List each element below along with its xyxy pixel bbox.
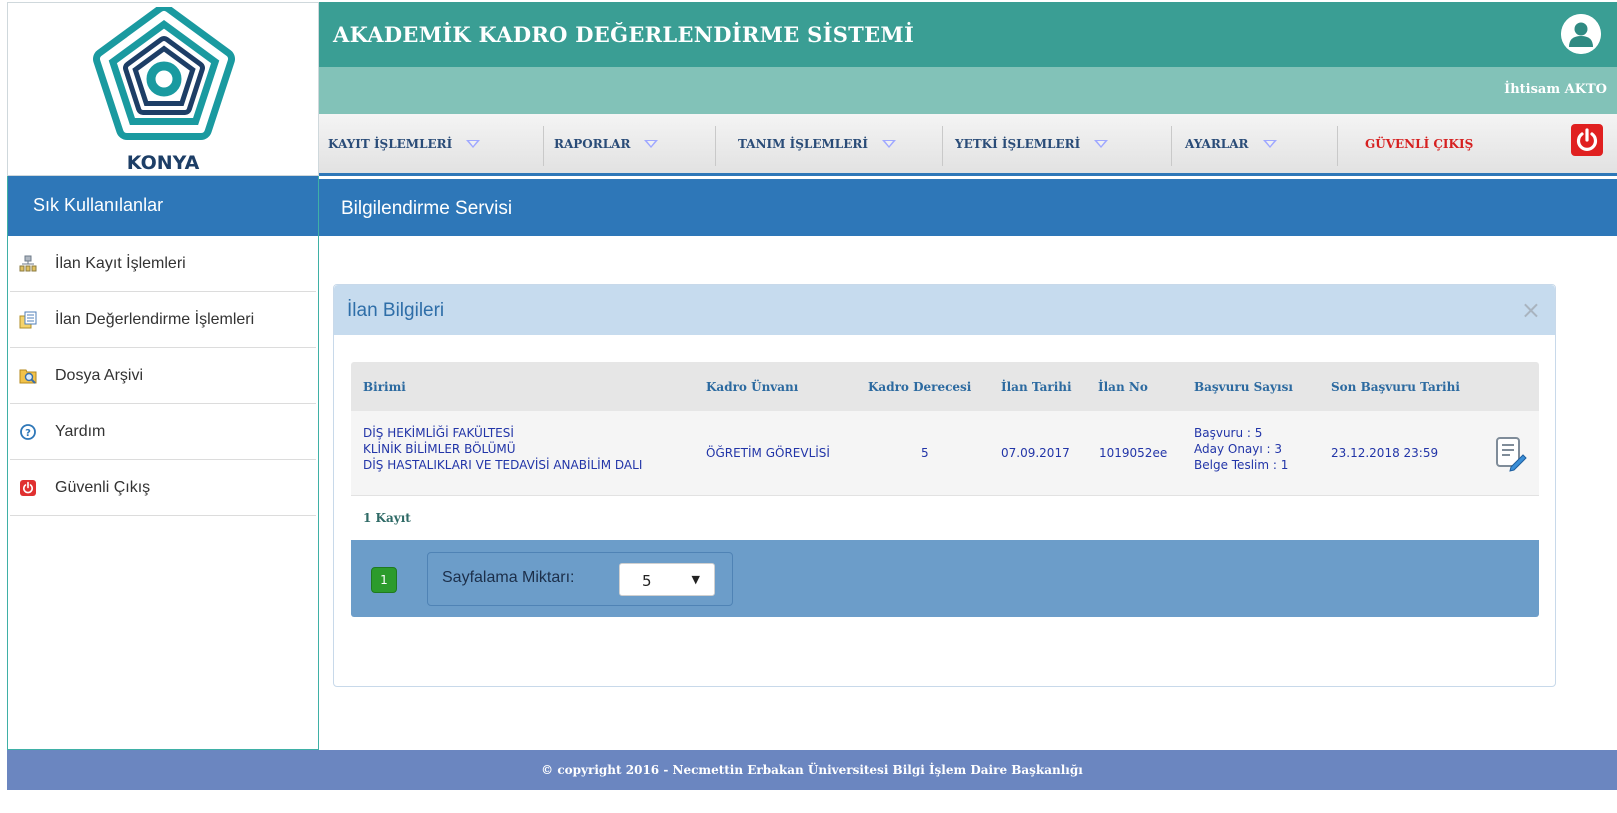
page-size-value: 5 (642, 572, 652, 590)
page-size-label: Sayfalama Miktarı: (442, 569, 575, 586)
chevron-down-icon: ▼ (691, 573, 700, 586)
dropdown-triangle-icon (1262, 139, 1277, 148)
table-header: Birimi Kadro Ünvanı Kadro Derecesi İlan … (351, 362, 1539, 411)
nav-divider (1171, 126, 1172, 166)
ilan-bilgileri-panel: İlan Bilgileri × Birimi Kadro Ünvanı Kad… (333, 284, 1556, 687)
sidebar-item-label: Güvenli Çıkış (55, 479, 151, 496)
cell-birimi: DİŞ HEKİMLİĞİ FAKÜLTESİ KLİNİK BİLİMLER … (363, 425, 642, 473)
footer: © copyright 2016 - Necmettin Erbakan Üni… (7, 750, 1617, 790)
help-icon: ? (20, 424, 36, 440)
page-button[interactable]: 1 (371, 567, 397, 593)
sidebar-item-label: Yardım (55, 423, 106, 440)
page-size-group: Sayfalama Miktarı: 5 ▼ (427, 552, 733, 606)
nav-tanim-islemleri[interactable]: TANIM İŞLEMLERİ (738, 137, 896, 151)
sidebar-item-dosya-arsivi[interactable]: Dosya Arşivi (10, 348, 316, 404)
power-icon (1576, 128, 1598, 151)
nav-divider (942, 126, 943, 166)
dropdown-triangle-icon (1094, 139, 1109, 148)
folder-search-icon (19, 369, 37, 384)
record-count: 1 Kayıt (351, 496, 1539, 540)
copyright-text: © copyright 2016 - Necmettin Erbakan Üni… (541, 763, 1083, 777)
pagination-bar: 1 Sayfalama Miktarı: 5 ▼ (351, 540, 1539, 617)
birim-line: DİŞ HASTALIKLARI VE TEDAVİSİ ANABİLİM DA… (363, 458, 643, 472)
cell-son-basvuru-tarihi: 23.12.2018 23:59 (1331, 446, 1439, 460)
nav-divider (715, 126, 716, 166)
table-row[interactable]: DİŞ HEKİMLİĞİ FAKÜLTESİ KLİNİK BİLİMLER … (351, 411, 1539, 496)
column-header-ilan-tarihi[interactable]: İlan Tarihi (1001, 380, 1072, 394)
logo-text: KONYA (126, 152, 200, 174)
nav-label: RAPORLAR (554, 137, 631, 151)
basvuru-line: Aday Onayı : 3 (1194, 442, 1283, 456)
documents-icon (19, 311, 37, 329)
nav-kayit-islemleri[interactable]: KAYIT İŞLEMLERİ (328, 137, 481, 151)
nav-raporlar[interactable]: RAPORLAR (554, 137, 659, 151)
nav-ayarlar[interactable]: AYARLAR (1185, 137, 1277, 151)
nav-divider (1337, 126, 1338, 166)
user-avatar-icon[interactable] (1561, 14, 1601, 54)
sidebar-item-yardim[interactable]: ? Yardım (10, 404, 316, 460)
cell-basvuru-sayisi: Başvuru : 5 Aday Onayı : 3 Belge Teslim … (1194, 425, 1288, 473)
column-header-ilan-no[interactable]: İlan No (1098, 380, 1148, 394)
power-icon (20, 480, 36, 496)
column-header-kadro-derecesi[interactable]: Kadro Derecesi (868, 380, 971, 394)
logout-button[interactable] (1571, 124, 1603, 156)
sidebar-item-label: İlan Kayıt İşlemleri (55, 255, 186, 272)
nav-yetki-islemleri[interactable]: YETKİ İŞLEMLERİ (955, 137, 1109, 151)
sidebar-list: İlan Kayıt İşlemleri İlan Değerlendirme … (10, 236, 316, 516)
nav-divider (543, 126, 544, 166)
dropdown-triangle-icon (466, 139, 481, 148)
user-name: İhtisam AKTO (1504, 82, 1607, 97)
cell-ilan-no: 1019052ee (1099, 446, 1168, 460)
page-size-select[interactable]: 5 ▼ (619, 563, 715, 596)
birim-line: DİŞ HEKİMLİĞİ FAKÜLTESİ (363, 426, 514, 440)
basvuru-line: Başvuru : 5 (1194, 426, 1263, 440)
konya-emblem-icon (93, 7, 235, 140)
sidebar-item-label: Dosya Arşivi (55, 367, 144, 384)
dropdown-triangle-icon (881, 139, 896, 148)
sitemap-icon (19, 255, 37, 272)
panel-title: İlan Bilgileri (347, 300, 445, 321)
main-nav: KAYIT İŞLEMLERİ RAPORLAR TANIM İŞLEMLERİ… (319, 114, 1617, 176)
sidebar-item-guvenli-cikis[interactable]: Güvenli Çıkış (10, 460, 316, 516)
user-silhouette-icon (1561, 14, 1601, 54)
sidebar-item-ilan-degerlendirme[interactable]: İlan Değerlendirme İşlemleri (10, 292, 316, 348)
sidebar-item-label: İlan Değerlendirme İşlemleri (55, 311, 255, 328)
column-header-son-basvuru-tarihi[interactable]: Son Başvuru Tarihi (1331, 380, 1460, 394)
sidebar: Sık Kullanılanlar İlan Kayıt İşlemleri İ… (7, 176, 319, 750)
user-info-bar: İhtisam AKTO (319, 67, 1617, 114)
panel-header: İlan Bilgileri × (334, 285, 1555, 335)
sidebar-item-ilan-kayit[interactable]: İlan Kayıt İşlemleri (10, 236, 316, 292)
sidebar-title: Sık Kullanılanlar (8, 176, 318, 236)
cell-kadro-derecesi: 5 (921, 446, 929, 460)
nav-label: YETKİ İŞLEMLERİ (955, 137, 1081, 151)
edit-document-icon[interactable] (1494, 436, 1528, 472)
column-header-kadro-unvani[interactable]: Kadro Ünvanı (706, 380, 798, 394)
close-icon[interactable]: × (1521, 296, 1541, 324)
app-title: AKADEMİK KADRO DEĞERLENDİRME SİSTEMİ (333, 22, 915, 47)
nav-label: KAYIT İŞLEMLERİ (328, 137, 453, 151)
cell-ilan-tarihi: 07.09.2017 (1001, 446, 1070, 460)
cell-kadro-unvani: ÖĞRETİM GÖREVLİSİ (706, 446, 830, 460)
column-header-basvuru-sayisi[interactable]: Başvuru Sayısı (1194, 380, 1293, 394)
nav-logout-link[interactable]: GÜVENLİ ÇIKIŞ (1365, 137, 1473, 151)
basvuru-line: Belge Teslim : 1 (1194, 458, 1289, 472)
dropdown-triangle-icon (644, 139, 659, 148)
column-header-birimi[interactable]: Birimi (363, 380, 406, 394)
ilan-table: Birimi Kadro Ünvanı Kadro Derecesi İlan … (351, 362, 1539, 617)
record-count-label: 1 Kayıt (363, 511, 411, 525)
nav-label: TANIM İŞLEMLERİ (738, 137, 868, 151)
nav-label: AYARLAR (1185, 137, 1249, 151)
svg-text:?: ? (25, 428, 31, 439)
top-header-bar: AKADEMİK KADRO DEĞERLENDİRME SİSTEMİ (319, 2, 1617, 67)
birim-line: KLİNİK BİLİMLER BÖLÜMÜ (363, 442, 516, 456)
logo-area: KONYA (7, 2, 319, 176)
section-title: Bilgilendirme Servisi (319, 179, 1617, 236)
